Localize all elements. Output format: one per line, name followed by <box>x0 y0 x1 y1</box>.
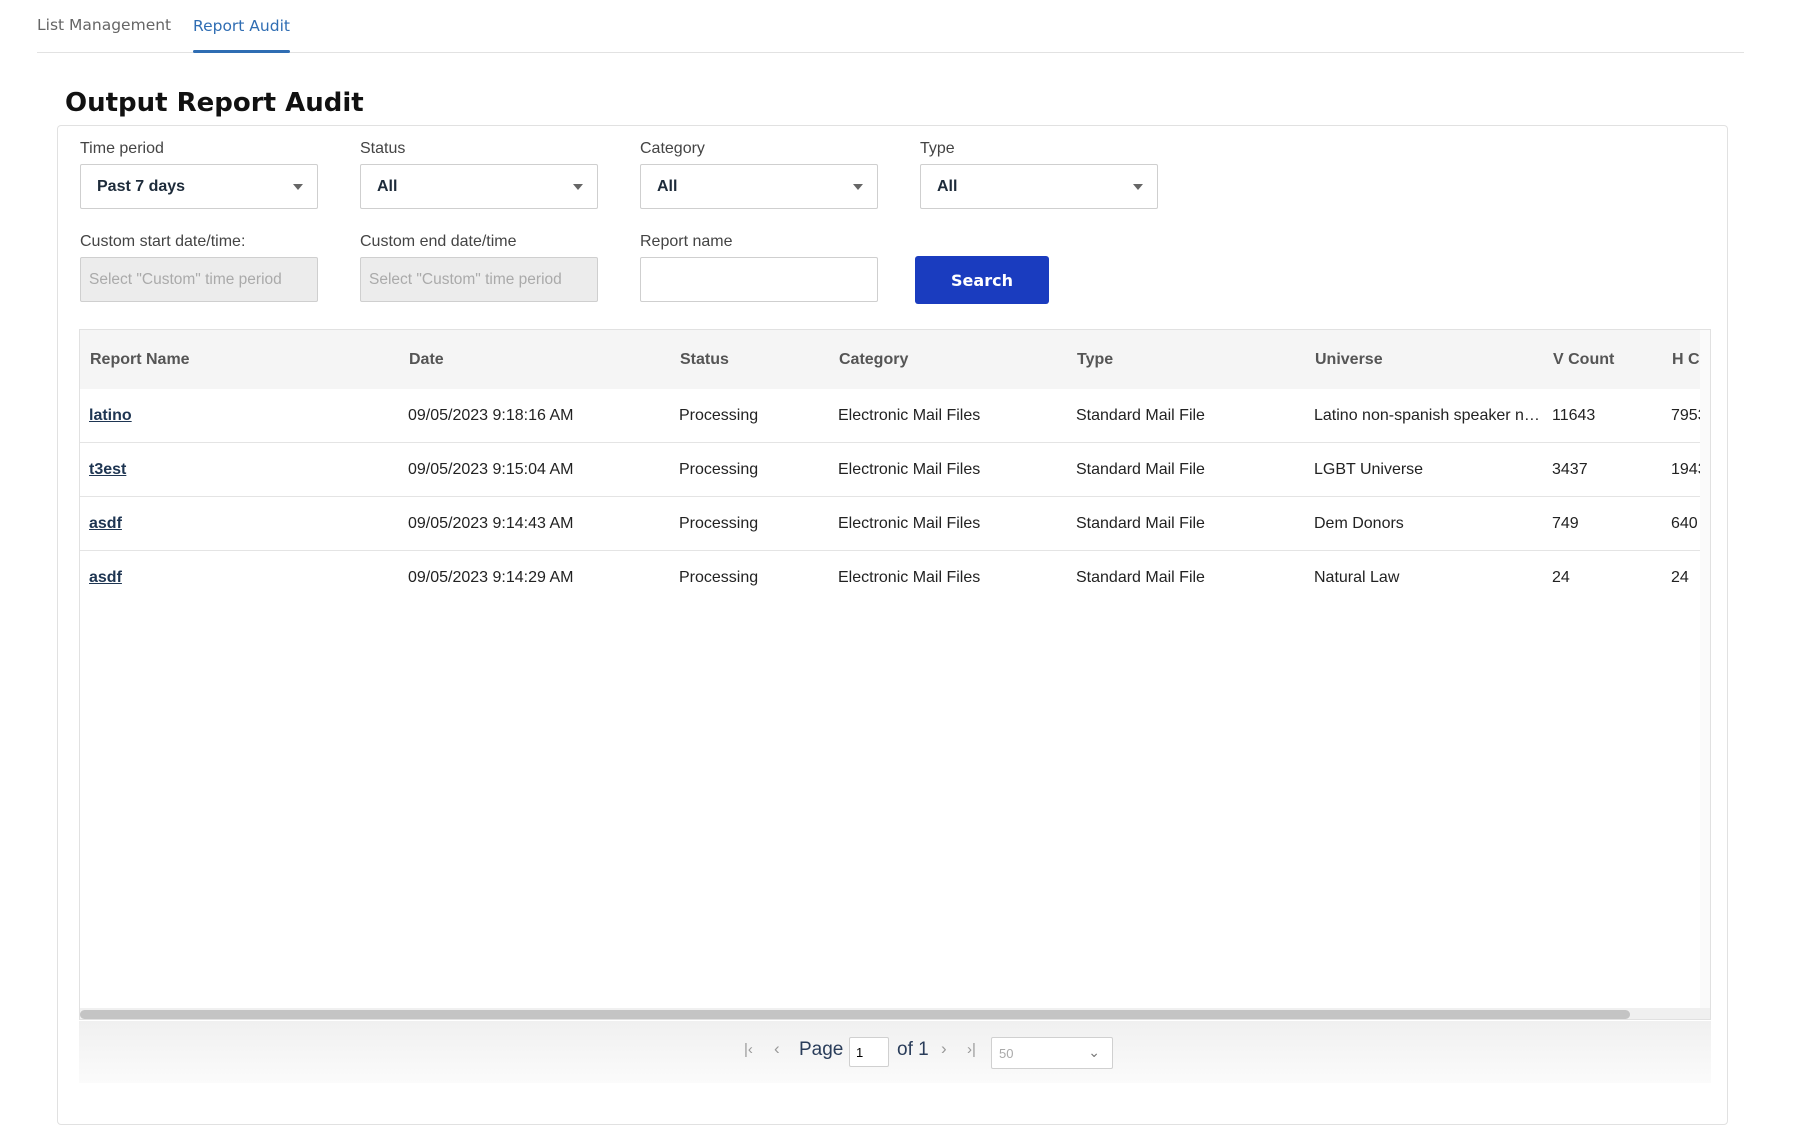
cell-type: Standard Mail File <box>1076 407 1205 424</box>
category-select[interactable]: All <box>640 164 878 209</box>
table-row: asdf 09/05/2023 9:14:29 AM Processing El… <box>80 551 1700 605</box>
caret-down-icon <box>293 184 303 190</box>
category-value: All <box>657 177 678 195</box>
tab-list-management[interactable]: List Management <box>37 0 171 52</box>
cell-status: Processing <box>679 515 759 532</box>
table-row: asdf 09/05/2023 9:14:43 AM Processing El… <box>80 497 1700 551</box>
col-header-status[interactable]: Status <box>680 330 830 389</box>
cell-date: 09/05/2023 9:14:43 AM <box>408 515 574 532</box>
report-name-link[interactable]: t3est <box>89 443 389 497</box>
page-size-select[interactable]: 50 ⌄ <box>991 1037 1113 1069</box>
horizontal-scrollbar-thumb[interactable] <box>80 1010 1630 1019</box>
results-grid: Report Name Date Status Category Type Un… <box>79 329 1711 1020</box>
cell-universe: Dem Donors <box>1314 515 1404 532</box>
cell-universe: Natural Law <box>1314 569 1400 586</box>
table-row: t3est 09/05/2023 9:15:04 AM Processing E… <box>80 443 1707 497</box>
time-period-value: Past 7 days <box>97 177 186 195</box>
vertical-scrollbar[interactable] <box>1700 330 1710 1019</box>
cell-status: Processing <box>679 569 759 586</box>
pager: |‹ ‹ Page of 1 › ›| 50 ⌄ <box>79 1021 1711 1083</box>
cell-status: Processing <box>679 461 759 478</box>
first-page-icon[interactable]: |‹ <box>744 1041 753 1058</box>
status-value: All <box>377 177 398 195</box>
cell-category: Electronic Mail Files <box>838 407 981 424</box>
report-name-label: Report name <box>640 233 733 250</box>
tab-bar: List Management Report Audit <box>37 0 1744 53</box>
category-label: Category <box>640 140 705 157</box>
caret-down-icon <box>1133 184 1143 190</box>
horizontal-scrollbar[interactable] <box>80 1008 1710 1019</box>
cell-v-count: 24 <box>1552 569 1570 586</box>
page-number-input[interactable] <box>849 1037 889 1067</box>
chevron-down-icon: ⌄ <box>1088 1044 1100 1060</box>
cell-category: Electronic Mail Files <box>838 569 981 586</box>
cell-type: Standard Mail File <box>1076 515 1205 532</box>
search-button[interactable]: Search <box>915 256 1049 304</box>
time-period-label: Time period <box>80 140 164 157</box>
cell-status: Processing <box>679 407 759 424</box>
col-header-universe[interactable]: Universe <box>1315 330 1535 389</box>
time-period-select[interactable]: Past 7 days <box>80 164 318 209</box>
cell-v-count: 3437 <box>1552 461 1588 478</box>
type-select[interactable]: All <box>920 164 1158 209</box>
cell-category: Electronic Mail Files <box>838 461 981 478</box>
report-name-link[interactable]: asdf <box>89 551 389 605</box>
page-label: Page <box>799 1039 844 1060</box>
cell-date: 09/05/2023 9:18:16 AM <box>408 407 574 424</box>
col-header-h-count[interactable]: H Cou <box>1672 330 1700 389</box>
cell-v-count: 11643 <box>1552 407 1596 424</box>
status-label: Status <box>360 140 406 157</box>
page-size-value: 50 <box>999 1045 1014 1061</box>
caret-down-icon <box>853 184 863 190</box>
col-header-category[interactable]: Category <box>839 330 1059 389</box>
tab-report-audit[interactable]: Report Audit <box>193 0 290 53</box>
cell-date: 09/05/2023 9:14:29 AM <box>408 569 574 586</box>
col-header-date[interactable]: Date <box>409 330 659 389</box>
last-page-icon[interactable]: ›| <box>967 1041 976 1058</box>
prev-page-icon[interactable]: ‹ <box>774 1039 780 1059</box>
next-page-icon[interactable]: › <box>941 1039 947 1059</box>
caret-down-icon <box>573 184 583 190</box>
custom-end-input[interactable] <box>360 257 598 302</box>
page-title: Output Report Audit <box>65 88 364 118</box>
cell-type: Standard Mail File <box>1076 569 1205 586</box>
custom-start-input[interactable] <box>80 257 318 302</box>
page-count-label: of 1 <box>897 1039 929 1060</box>
report-name-input[interactable] <box>640 257 878 302</box>
cell-type: Standard Mail File <box>1076 461 1205 478</box>
cell-date: 09/05/2023 9:15:04 AM <box>408 461 574 478</box>
cell-v-count: 749 <box>1552 515 1579 532</box>
cell-universe: LGBT Universe <box>1314 461 1424 478</box>
cell-universe: Latino non-spanish speaker not… <box>1314 407 1546 424</box>
report-name-link[interactable]: asdf <box>89 497 389 551</box>
custom-start-label: Custom start date/time: <box>80 233 246 250</box>
status-select[interactable]: All <box>360 164 598 209</box>
col-header-v-count[interactable]: V Count <box>1553 330 1663 389</box>
cell-category: Electronic Mail Files <box>838 515 981 532</box>
col-header-report-name[interactable]: Report Name <box>90 330 390 389</box>
table-row: latino 09/05/2023 9:18:16 AM Processing … <box>80 389 1707 443</box>
custom-end-label: Custom end date/time <box>360 233 517 250</box>
type-value: All <box>937 177 958 195</box>
report-name-link[interactable]: latino <box>89 389 389 443</box>
col-header-type[interactable]: Type <box>1077 330 1297 389</box>
type-label: Type <box>920 140 955 157</box>
grid-header: Report Name Date Status Category Type Un… <box>80 330 1700 389</box>
